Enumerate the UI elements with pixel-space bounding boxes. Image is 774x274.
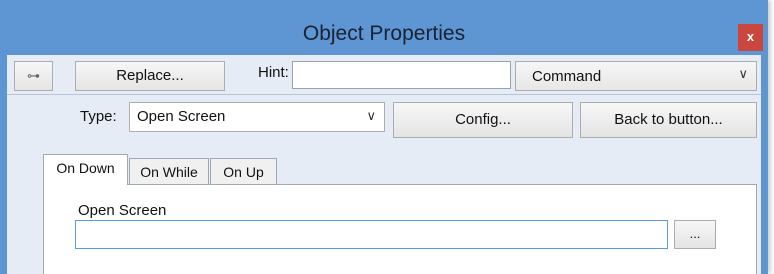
tab-on-down[interactable]: On Down bbox=[43, 154, 128, 185]
hint-label: Hint: bbox=[258, 64, 289, 81]
browse-button[interactable]: ... bbox=[674, 220, 716, 249]
pin-button[interactable]: ⊶ bbox=[14, 61, 53, 91]
title-bar[interactable]: Object Properties x bbox=[0, 0, 768, 55]
chevron-down-icon: ∨ bbox=[738, 66, 748, 81]
back-to-button-button[interactable]: Back to button... bbox=[580, 102, 757, 138]
type-dropdown[interactable]: Open Screen ∨ bbox=[129, 102, 385, 132]
tab-on-while[interactable]: On While bbox=[129, 158, 209, 185]
type-dropdown-value: Open Screen bbox=[137, 108, 226, 125]
replace-button[interactable]: Replace... bbox=[75, 61, 225, 91]
pin-icon: ⊶ bbox=[27, 68, 40, 83]
tab-on-up[interactable]: On Up bbox=[210, 158, 277, 185]
open-screen-label: Open Screen bbox=[78, 202, 167, 219]
type-label: Type: bbox=[80, 108, 117, 125]
close-button[interactable]: x bbox=[738, 24, 763, 51]
chevron-down-icon: ∨ bbox=[366, 108, 376, 123]
window-frame-right bbox=[761, 55, 768, 274]
object-properties-window: Object Properties x ⊶ Replace... Hint: C… bbox=[0, 0, 768, 274]
command-dropdown-value: Command bbox=[532, 68, 602, 85]
window-title: Object Properties bbox=[302, 22, 466, 45]
window-frame-left bbox=[0, 55, 7, 274]
open-screen-input[interactable] bbox=[75, 220, 668, 249]
hint-input[interactable] bbox=[292, 61, 511, 89]
command-dropdown[interactable]: Command ∨ bbox=[515, 61, 757, 91]
config-button[interactable]: Config... bbox=[393, 102, 573, 138]
